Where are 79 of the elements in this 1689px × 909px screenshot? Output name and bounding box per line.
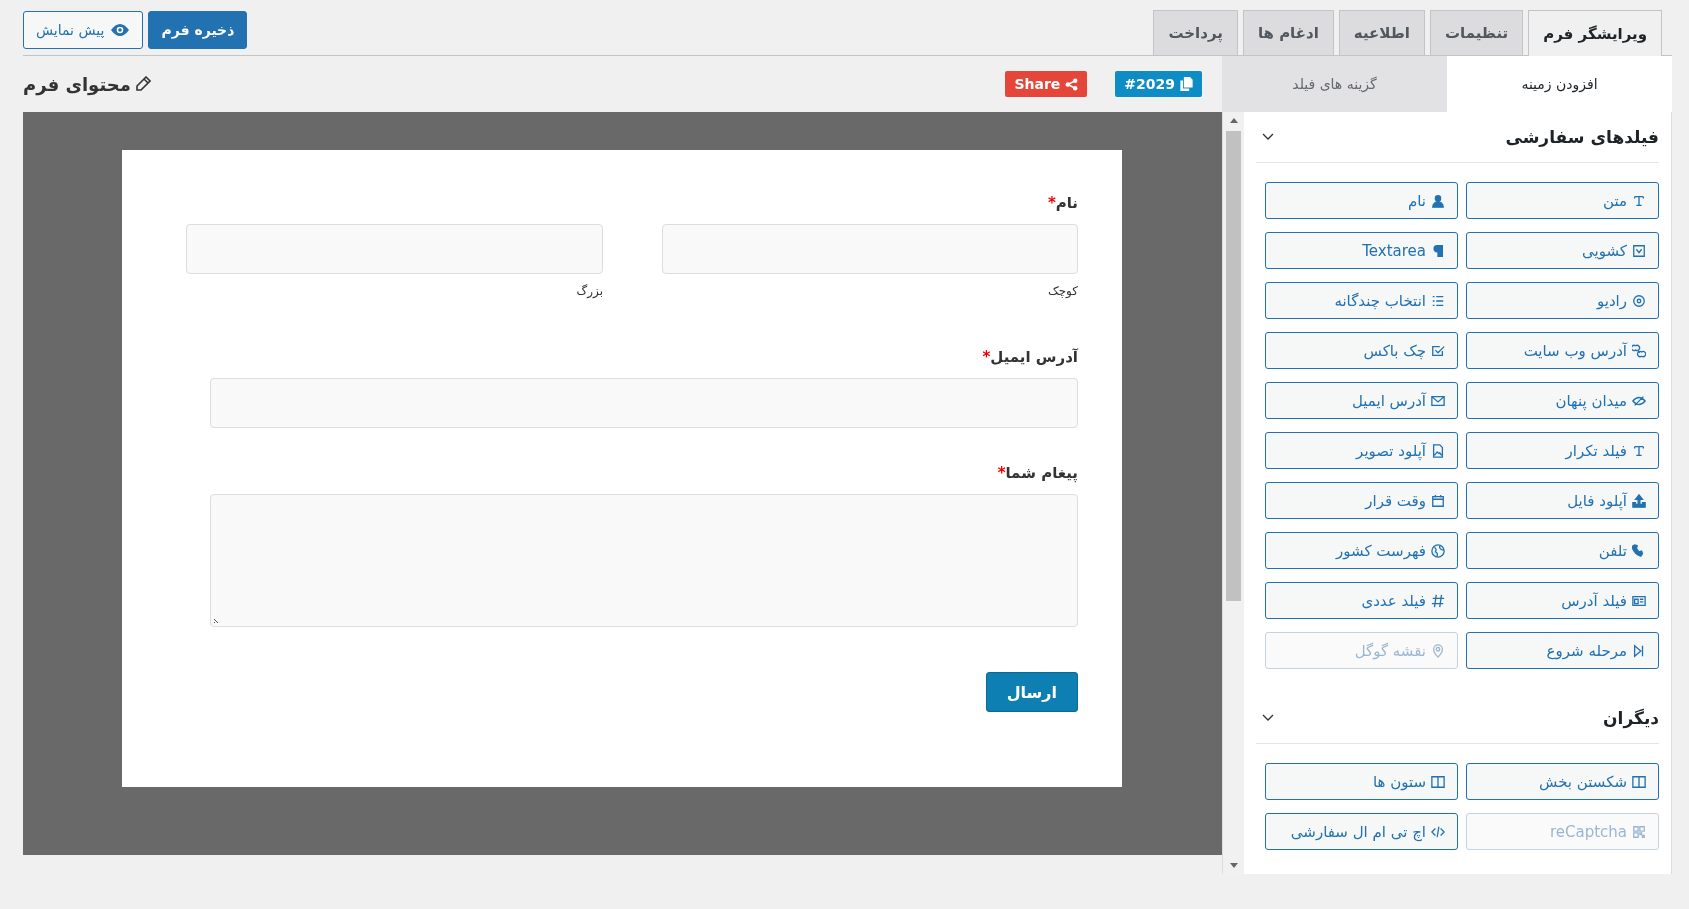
user-icon — [1431, 193, 1445, 208]
share-icon — [1065, 77, 1079, 91]
submit-button[interactable]: ارسال — [985, 672, 1078, 712]
tab[interactable]: اطلاعیه — [1338, 10, 1425, 55]
field-type-button[interactable]: فیلد تکرار — [1466, 432, 1659, 469]
field-type-button[interactable]: میدان پنهان — [1466, 382, 1659, 419]
field-type-button[interactable]: آپلود تصویر — [1265, 432, 1458, 469]
field-type-button[interactable]: آپلود فایل — [1466, 482, 1659, 519]
sublabel: کوچک — [1046, 284, 1078, 298]
field-type-button[interactable]: رادیو — [1466, 282, 1659, 319]
field-label: پیغام شما* — [996, 464, 1078, 482]
field-type-button[interactable]: اچ تی ام ال سفارشی — [1265, 813, 1458, 850]
text-field[interactable] — [186, 224, 603, 274]
globe-icon — [1431, 543, 1445, 558]
scroll-down-icon[interactable] — [1229, 863, 1238, 868]
tab[interactable]: پرداخت — [1153, 10, 1238, 55]
form-id-badge[interactable]: #2029 — [1115, 71, 1202, 97]
field-type-button[interactable]: Textarea — [1265, 232, 1458, 269]
field-type-button[interactable]: چک باکس — [1265, 332, 1458, 369]
section-title: دیگران — [1603, 708, 1659, 728]
copy-icon — [1180, 77, 1193, 91]
upload-icon — [1632, 493, 1646, 508]
step-icon — [1632, 643, 1646, 658]
email-field[interactable] — [210, 378, 1078, 428]
field-type-button[interactable]: انتخاب چندگانه — [1265, 282, 1458, 319]
scrollbar-track[interactable] — [1223, 112, 1244, 874]
list-icon — [1431, 293, 1445, 308]
columns-icon — [1632, 774, 1646, 789]
pencil-icon[interactable] — [134, 76, 151, 92]
field-type-button[interactable]: آدرس وب سایت — [1466, 332, 1659, 369]
chevron-icon[interactable] — [1262, 133, 1274, 141]
scrollbar-thumb[interactable] — [1226, 131, 1241, 601]
section-title: فیلدهای سفارشی — [1505, 127, 1659, 147]
text-icon — [1632, 443, 1646, 458]
tab[interactable]: ادغام ها — [1242, 10, 1334, 55]
tab[interactable]: تنظیمات — [1430, 10, 1524, 55]
scroll-up-icon[interactable] — [1229, 118, 1238, 123]
field-type-button[interactable]: متن — [1466, 182, 1659, 219]
map-pin-icon — [1431, 643, 1445, 658]
dropdown-icon — [1632, 243, 1646, 258]
field-type-button[interactable]: نام — [1265, 182, 1458, 219]
editor-title: محتوای فرم — [23, 73, 131, 95]
field-type-button[interactable]: آدرس ایمیل — [1265, 382, 1458, 419]
field-type-button[interactable]: تلفن — [1466, 532, 1659, 569]
message-field[interactable] — [210, 494, 1078, 627]
field-type-button[interactable]: فهرست کشور — [1265, 532, 1458, 569]
field-type-button[interactable]: فیلد آدرس — [1466, 582, 1659, 619]
code-icon — [1431, 824, 1445, 839]
link-icon — [1632, 343, 1646, 358]
save-button[interactable]: ذخیره فرم — [148, 11, 248, 49]
preview-button[interactable]: پیش نمایش — [23, 11, 144, 49]
panel-tab[interactable]: افزودن زمینه — [1447, 56, 1672, 112]
text-field[interactable] — [662, 224, 1078, 274]
share-button[interactable]: Share — [1005, 71, 1088, 97]
field-label: نام* — [1046, 194, 1078, 212]
chevron-icon[interactable] — [1262, 714, 1274, 722]
field-label: آدرس ایمیل* — [981, 348, 1078, 366]
qr-icon — [1632, 824, 1646, 839]
field-type-button[interactable]: فیلد عددی — [1265, 582, 1458, 619]
field-type-button[interactable]: مرحله شروع — [1466, 632, 1659, 669]
envelope-icon — [1431, 393, 1445, 408]
id-card-icon — [1632, 593, 1646, 608]
tab[interactable]: ویرایشگر فرم — [1528, 10, 1662, 56]
text-icon — [1632, 193, 1646, 208]
columns-icon — [1431, 774, 1445, 789]
paragraph-icon — [1431, 243, 1445, 258]
sublabel: بزرگ — [575, 284, 603, 298]
checkbox-icon — [1431, 343, 1445, 358]
radio-icon — [1632, 293, 1646, 308]
phone-icon — [1632, 543, 1646, 558]
image-icon — [1431, 443, 1445, 458]
field-type-button[interactable]: شکستن بخش — [1466, 763, 1659, 800]
eye-icon — [110, 23, 131, 37]
field-type-button[interactable]: وقت قرار — [1265, 482, 1458, 519]
field-type-button[interactable]: کشویی — [1466, 232, 1659, 269]
hash-icon — [1431, 593, 1445, 608]
field-type-button[interactable]: ستون ها — [1265, 763, 1458, 800]
resize-handle-icon[interactable] — [213, 616, 221, 624]
calendar-icon — [1431, 493, 1445, 508]
